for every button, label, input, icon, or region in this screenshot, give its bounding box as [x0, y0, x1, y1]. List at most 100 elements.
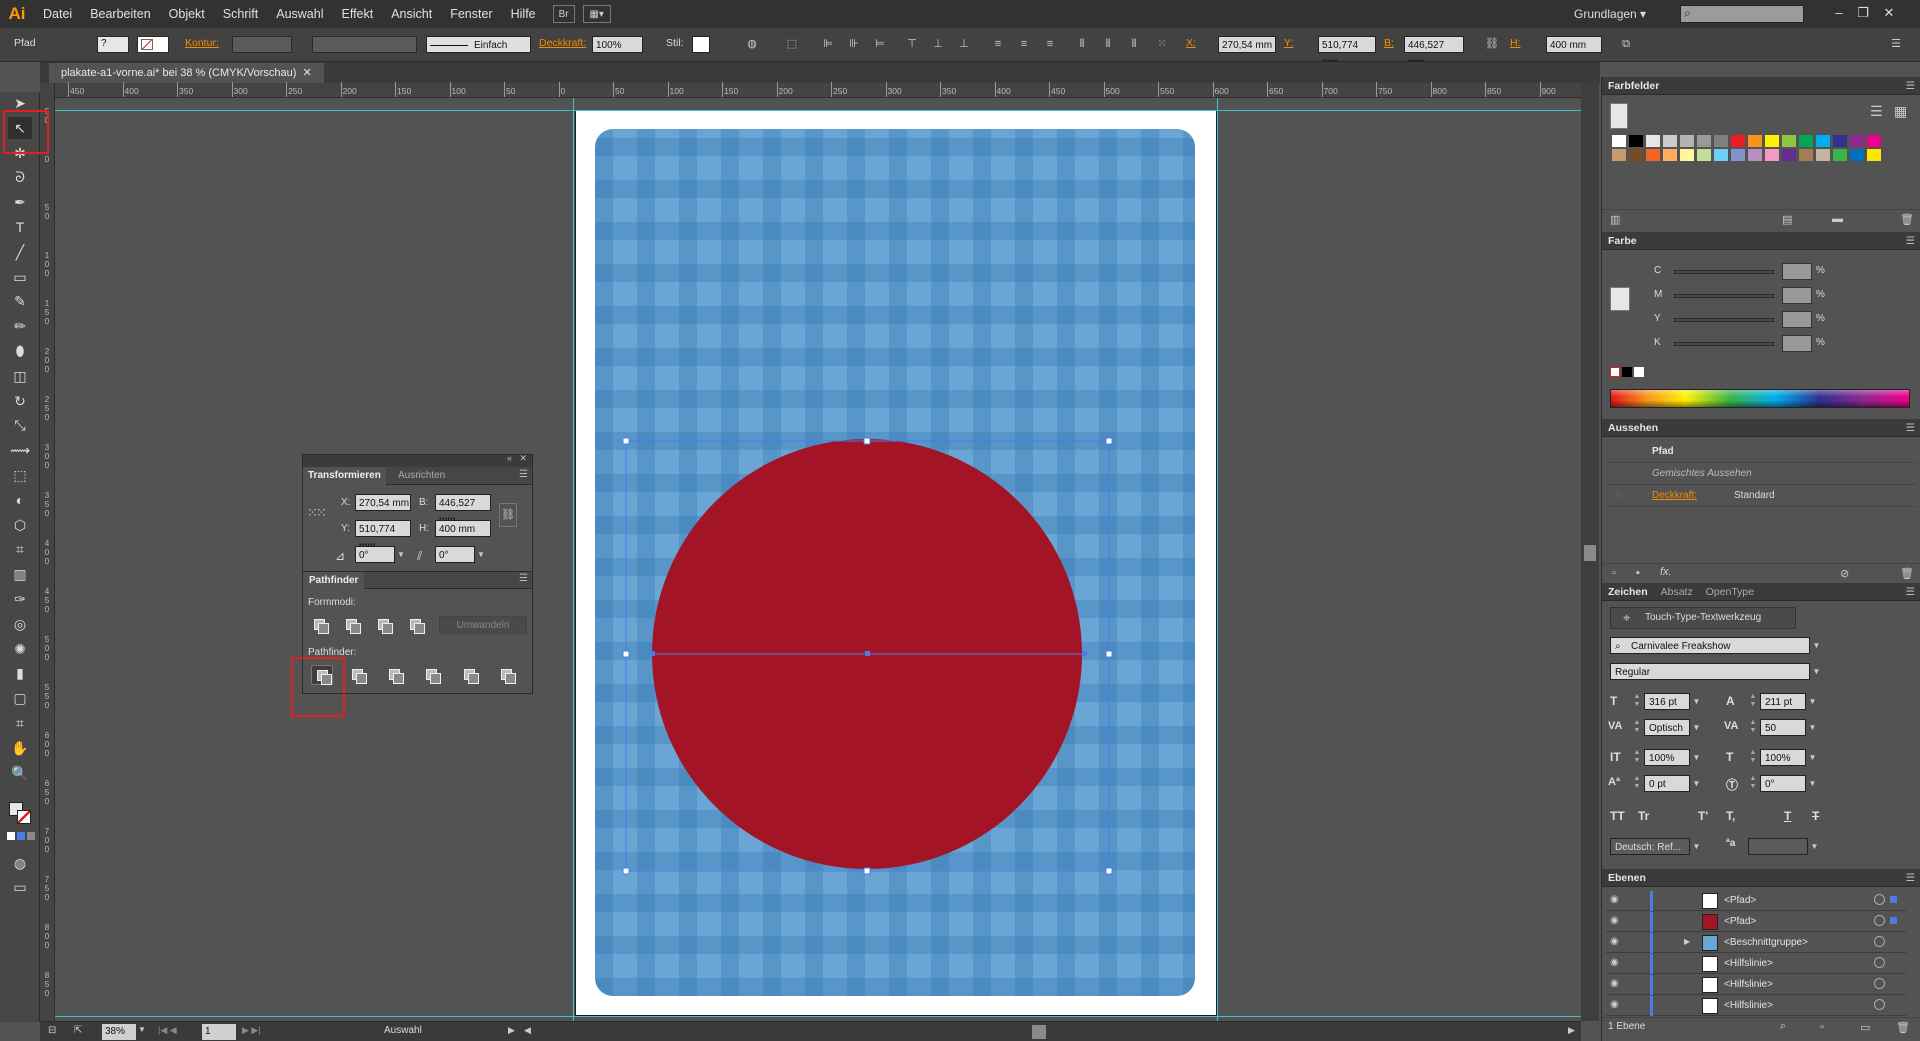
trash-icon[interactable]: 🗑	[1900, 213, 1914, 226]
column-graph-tool-icon[interactable]: ▮	[8, 662, 32, 684]
chevron-down-icon[interactable]: ▼	[1806, 719, 1819, 736]
panel-menu-icon[interactable]: ☰	[1906, 869, 1915, 887]
horizontal-scroll-thumb[interactable]	[1032, 1025, 1046, 1039]
resize-handle[interactable]	[863, 437, 871, 445]
color-swatch[interactable]	[1612, 149, 1626, 161]
none-swatch[interactable]	[1610, 367, 1620, 377]
menu-fenster[interactable]: Fenster	[441, 0, 501, 28]
visibility-eye-icon[interactable]: ◉	[1610, 936, 1619, 947]
screen-mode-icon[interactable]: ▭	[8, 876, 32, 898]
small-caps-button[interactable]: Tr	[1638, 809, 1649, 823]
white-swatch[interactable]	[1634, 367, 1644, 377]
color-swatch[interactable]	[1833, 149, 1847, 161]
chevron-down-icon[interactable]: ▼	[475, 546, 487, 563]
spinner-icon[interactable]: ▲ ▼	[1748, 719, 1758, 736]
color-swatch[interactable]	[1714, 135, 1728, 147]
new-sublayer-icon[interactable]: ▫	[1820, 1021, 1824, 1033]
color-swatch[interactable]	[1782, 149, 1796, 161]
layer-row[interactable]: ◉ <Pfad>	[1606, 891, 1906, 911]
bridge-button[interactable]: Br	[552, 5, 575, 23]
chevron-down-icon[interactable]: ▼	[1690, 719, 1703, 736]
status-menu-icon[interactable]: ▶	[508, 1025, 515, 1036]
panel-menu-icon[interactable]: ☰	[1906, 583, 1915, 601]
visibility-icon[interactable]: ◌	[1616, 489, 1622, 500]
slice-tool-icon[interactable]: ⌗	[8, 712, 32, 734]
chevron-down-icon[interactable]: ▼	[1806, 693, 1819, 710]
layer-row[interactable]: ◉ <Hilfslinie>	[1606, 996, 1906, 1016]
width-tool-icon[interactable]: ⟿	[8, 439, 32, 461]
leading-field[interactable]: 211 pt	[1760, 693, 1806, 710]
type-tool-icon[interactable]: T	[8, 216, 32, 238]
menu-datei[interactable]: Datei	[34, 0, 81, 28]
unite-icon[interactable]	[309, 615, 331, 635]
fill-stroke-swatch[interactable]	[1610, 103, 1628, 129]
anchor-point[interactable]	[1082, 651, 1087, 656]
all-caps-button[interactable]: TT	[1610, 809, 1625, 823]
chevron-down-icon[interactable]: ▼	[1810, 663, 1823, 680]
control-menu-icon[interactable]: ☰	[1888, 37, 1904, 52]
canvas-vertical-scrollbar[interactable]	[1581, 83, 1599, 1021]
horizontal-scale-field[interactable]: 100%	[1760, 749, 1806, 766]
distribute-left-icon[interactable]: ⦀	[1074, 37, 1090, 52]
trash-icon[interactable]: 🗑	[1900, 567, 1914, 580]
layer-row[interactable]: ◉ <Hilfslinie>	[1606, 954, 1906, 974]
anchor-point[interactable]	[650, 651, 655, 656]
spinner-icon[interactable]: ▲ ▼	[1632, 749, 1642, 766]
menu-schrift[interactable]: Schrift	[214, 0, 267, 28]
resize-handle[interactable]	[622, 867, 630, 875]
align-left-icon[interactable]: ⊫	[820, 37, 836, 52]
visibility-eye-icon[interactable]: ◉	[1610, 957, 1619, 968]
x-field[interactable]: 270,54 mm	[355, 494, 411, 511]
appearance-opacity-label[interactable]: Deckkraft:	[1652, 490, 1697, 501]
magenta-field[interactable]	[1782, 287, 1812, 304]
color-swatch[interactable]	[1816, 135, 1830, 147]
tab-pathfinder[interactable]: Pathfinder	[303, 572, 365, 589]
recolor-artwork-icon[interactable]: ◍	[744, 37, 760, 52]
shape-builder-tool-icon[interactable]: ◐	[8, 489, 32, 511]
align-vcenter-icon[interactable]: ⊥	[930, 37, 946, 52]
color-swatch[interactable]	[1799, 135, 1813, 147]
color-swatch[interactable]	[1697, 149, 1711, 161]
tab-opentype[interactable]: OpenType	[1706, 586, 1754, 598]
chevron-down-icon[interactable]: ▼	[1690, 749, 1703, 766]
layer-row[interactable]: ◉ <Hilfslinie>	[1606, 975, 1906, 995]
first-artboard-icon[interactable]: |◀ ◀	[158, 1025, 177, 1036]
y-field[interactable]: 510,774 mm	[1318, 36, 1376, 68]
resize-handle[interactable]	[622, 437, 630, 445]
chevron-down-icon[interactable]: ▼	[1808, 838, 1821, 855]
exclude-icon[interactable]	[405, 615, 427, 635]
blob-brush-tool-icon[interactable]: ⬮	[8, 340, 32, 362]
target-circle-icon[interactable]	[1874, 894, 1885, 905]
color-swatch[interactable]	[1782, 135, 1796, 147]
document-tab[interactable]: plakate-a1-vorne.ai* bei 38 % (CMYK/Vors…	[49, 63, 324, 83]
zoom-tool-icon[interactable]: 🔍	[8, 762, 32, 784]
align-top-icon[interactable]: ⊤	[904, 37, 920, 52]
color-swatch[interactable]	[1816, 149, 1830, 161]
gradient-tool-icon[interactable]: ▥	[8, 563, 32, 585]
tab-zeichen[interactable]: Zeichen	[1608, 586, 1648, 598]
baseline-shift-field[interactable]: 0 pt	[1644, 775, 1690, 792]
visibility-eye-icon[interactable]: ◉	[1610, 978, 1619, 989]
color-swatch[interactable]	[1748, 149, 1762, 161]
minimize-button[interactable]: –	[1828, 3, 1850, 23]
resize-handle[interactable]	[863, 867, 871, 875]
expand-triangle-icon[interactable]: ▶	[1684, 937, 1690, 946]
eraser-tool-icon[interactable]: ◫	[8, 365, 32, 387]
list-view-icon[interactable]: ☰	[1870, 103, 1883, 120]
color-swatch[interactable]	[1663, 149, 1677, 161]
opacity-label[interactable]: Deckkraft:	[539, 37, 586, 49]
black-field[interactable]	[1782, 335, 1812, 352]
variable-width-profile[interactable]	[312, 36, 417, 53]
artboard-number-field[interactable]: 1	[202, 1024, 236, 1040]
color-swatch[interactable]	[1867, 149, 1881, 161]
brush-definition-field[interactable]: Einfach	[426, 36, 531, 53]
opacity-field[interactable]: 100%	[592, 36, 643, 53]
color-swatch[interactable]	[1850, 149, 1864, 161]
scrollbar-thumb[interactable]	[1584, 545, 1596, 561]
chevron-down-icon[interactable]: ▼	[138, 1025, 146, 1034]
align-bottom-icon[interactable]: ⊥	[956, 37, 972, 52]
distribute-top-icon[interactable]: ≡	[990, 37, 1006, 52]
thumbnail-view-icon[interactable]: ▦	[1894, 103, 1907, 120]
spinner-icon[interactable]: ▲ ▼	[1748, 749, 1758, 766]
chevron-down-icon[interactable]: ▼	[1806, 775, 1819, 792]
